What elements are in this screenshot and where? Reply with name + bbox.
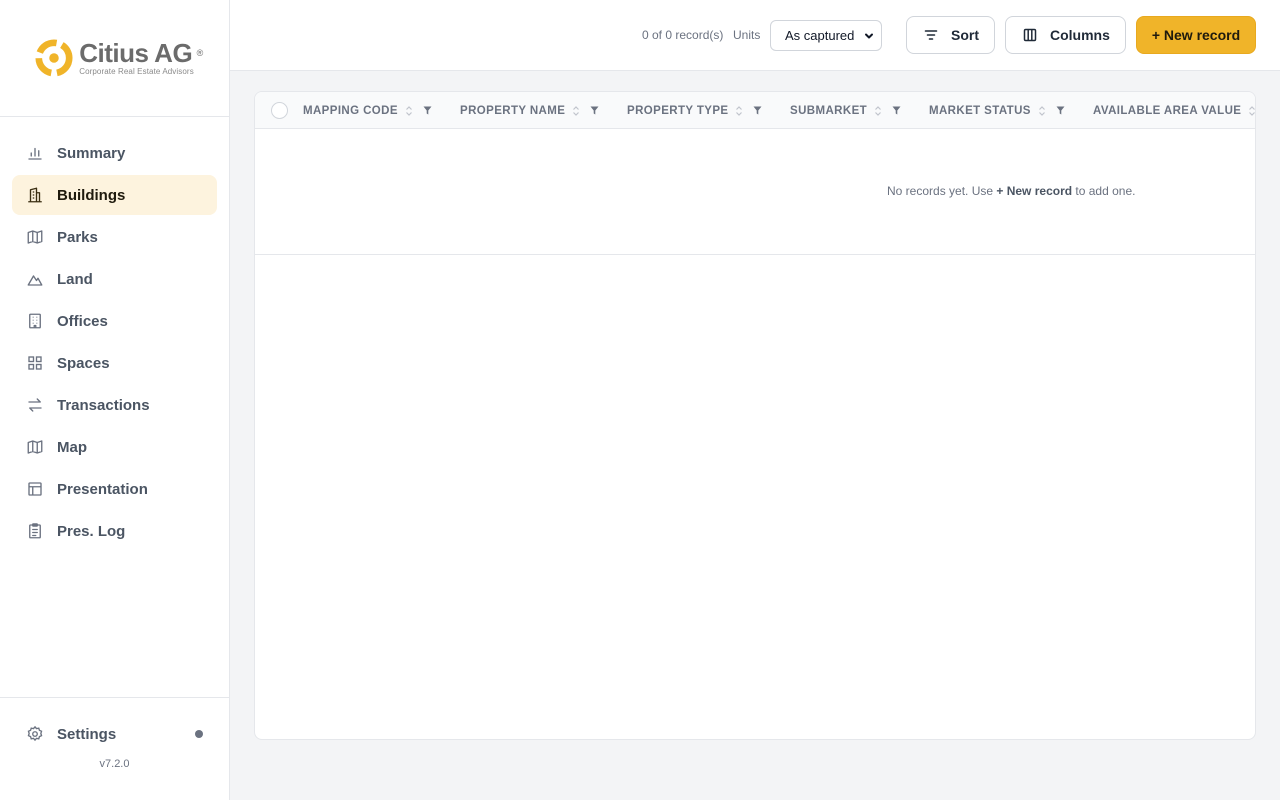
- record-count: 0 of 0 record(s): [642, 28, 724, 42]
- grid-icon: [26, 354, 44, 372]
- column-header-property-name: PROPERTY NAME: [460, 92, 599, 129]
- logo-area: Citius AG ® Corporate Real Estate Adviso…: [0, 0, 229, 117]
- citius-logo-mark-icon: [35, 39, 73, 77]
- bar-chart-icon: [26, 144, 44, 162]
- clipboard-icon: [26, 522, 44, 540]
- app-version: v7.2.0: [99, 758, 130, 770]
- column-header-property-type: PROPERTY TYPE: [627, 92, 762, 129]
- sidebar-item-label: Land: [57, 270, 93, 288]
- column-header-market-status: MARKET STATUS: [929, 92, 1065, 129]
- column-label[interactable]: PROPERTY NAME: [460, 105, 565, 117]
- settings-status-dot: [195, 730, 203, 738]
- empty-state-suffix: to add one.: [1072, 184, 1136, 198]
- layout-icon: [26, 480, 44, 498]
- column-label[interactable]: SUBMARKET: [790, 105, 867, 117]
- units-select-value: As captured: [785, 28, 855, 43]
- filter-icon[interactable]: [753, 106, 762, 115]
- sidebar-item-label: Map: [57, 438, 87, 456]
- filter-icon[interactable]: [590, 106, 599, 115]
- empty-state-new-record-text: + New record: [996, 184, 1073, 198]
- units-select[interactable]: As captured: [770, 20, 882, 51]
- sidebar-item-presentation[interactable]: Presentation: [12, 469, 217, 509]
- columns-button[interactable]: Columns: [1005, 16, 1126, 54]
- new-record-button-label: + New record: [1151, 27, 1241, 43]
- column-header-mapping-code: MAPPING CODE: [303, 92, 432, 129]
- gear-icon: [26, 725, 44, 743]
- column-label[interactable]: MARKET STATUS: [929, 105, 1031, 117]
- sidebar-item-label: Parks: [57, 228, 98, 246]
- sort-toggle-icon[interactable]: [1038, 105, 1046, 116]
- sidebar-item-label: Offices: [57, 312, 108, 330]
- brand-name: Citius AG: [79, 38, 193, 68]
- sort-lines-icon: [924, 30, 938, 40]
- sidebar-item-summary[interactable]: Summary: [12, 133, 217, 173]
- toolbar: 0 of 0 record(s) Units As captured Sort …: [230, 0, 1280, 71]
- sidebar-item-offices[interactable]: Offices: [12, 301, 217, 341]
- table-header: MAPPING CODE PROPERTY NAME PROPERTY TYPE…: [255, 92, 1255, 129]
- sidebar-item-settings[interactable]: Settings: [12, 714, 217, 754]
- brand-tagline: Corporate Real Estate Advisors: [79, 67, 194, 76]
- sidebar-item-buildings[interactable]: Buildings: [12, 175, 217, 215]
- sidebar-item-label: Pres. Log: [57, 522, 126, 540]
- sort-button[interactable]: Sort: [906, 16, 995, 54]
- sort-toggle-icon[interactable]: [1248, 105, 1256, 116]
- sidebar-item-label: Summary: [57, 144, 126, 162]
- brand-registered-mark: ®: [196, 48, 204, 58]
- sidebar-nav: Summary Buildings Parks Land Offices Spa…: [0, 117, 229, 551]
- column-header-available-area-value: AVAILABLE AREA VALUE: [1093, 92, 1256, 129]
- select-all-checkbox[interactable]: [271, 102, 288, 119]
- column-label[interactable]: MAPPING CODE: [303, 105, 398, 117]
- building-icon: [26, 186, 44, 204]
- arrows-swap-icon: [26, 396, 44, 414]
- column-label[interactable]: AVAILABLE AREA VALUE: [1093, 105, 1241, 117]
- sort-button-label: Sort: [951, 27, 979, 43]
- sidebar-item-label: Transactions: [57, 396, 150, 414]
- mountain-icon: [26, 270, 44, 288]
- column-header-submarket: SUBMARKET: [790, 92, 901, 129]
- units-label: Units: [733, 28, 761, 42]
- empty-state-prefix: No records yet. Use: [887, 184, 997, 198]
- filter-icon[interactable]: [423, 106, 432, 115]
- map-icon: [26, 438, 44, 456]
- sort-toggle-icon[interactable]: [405, 105, 413, 116]
- sidebar: Citius AG ® Corporate Real Estate Adviso…: [0, 0, 230, 800]
- brand-logo[interactable]: Citius AG ® Corporate Real Estate Adviso…: [35, 38, 203, 77]
- columns-icon: [1023, 28, 1037, 42]
- filter-icon[interactable]: [1056, 106, 1065, 115]
- sidebar-item-label: Spaces: [57, 354, 110, 372]
- sidebar-item-land[interactable]: Land: [12, 259, 217, 299]
- empty-state-row: No records yet. Use + New record to add …: [255, 129, 1255, 255]
- sidebar-item-spaces[interactable]: Spaces: [12, 343, 217, 383]
- column-label[interactable]: PROPERTY TYPE: [627, 105, 728, 117]
- sort-toggle-icon[interactable]: [735, 105, 743, 116]
- new-record-button[interactable]: + New record: [1136, 16, 1256, 54]
- sidebar-item-label: Presentation: [57, 480, 148, 498]
- sidebar-item-parks[interactable]: Parks: [12, 217, 217, 257]
- office-building-icon: [26, 312, 44, 330]
- filter-icon[interactable]: [892, 106, 901, 115]
- sidebar-footer: Settings v7.2.0: [0, 697, 229, 800]
- sidebar-item-transactions[interactable]: Transactions: [12, 385, 217, 425]
- sidebar-item-pres-log[interactable]: Pres. Log: [12, 511, 217, 551]
- chevron-down-icon: [865, 33, 873, 39]
- records-table: MAPPING CODE PROPERTY NAME PROPERTY TYPE…: [254, 91, 1256, 740]
- sidebar-item-map[interactable]: Map: [12, 427, 217, 467]
- settings-label: Settings: [57, 725, 117, 743]
- empty-state-message: No records yet. Use + New record to add …: [887, 184, 1135, 198]
- columns-button-label: Columns: [1050, 27, 1110, 43]
- map-fold-icon: [26, 228, 44, 246]
- sidebar-item-label: Buildings: [57, 186, 126, 204]
- sort-toggle-icon[interactable]: [572, 105, 580, 116]
- sort-toggle-icon[interactable]: [874, 105, 882, 116]
